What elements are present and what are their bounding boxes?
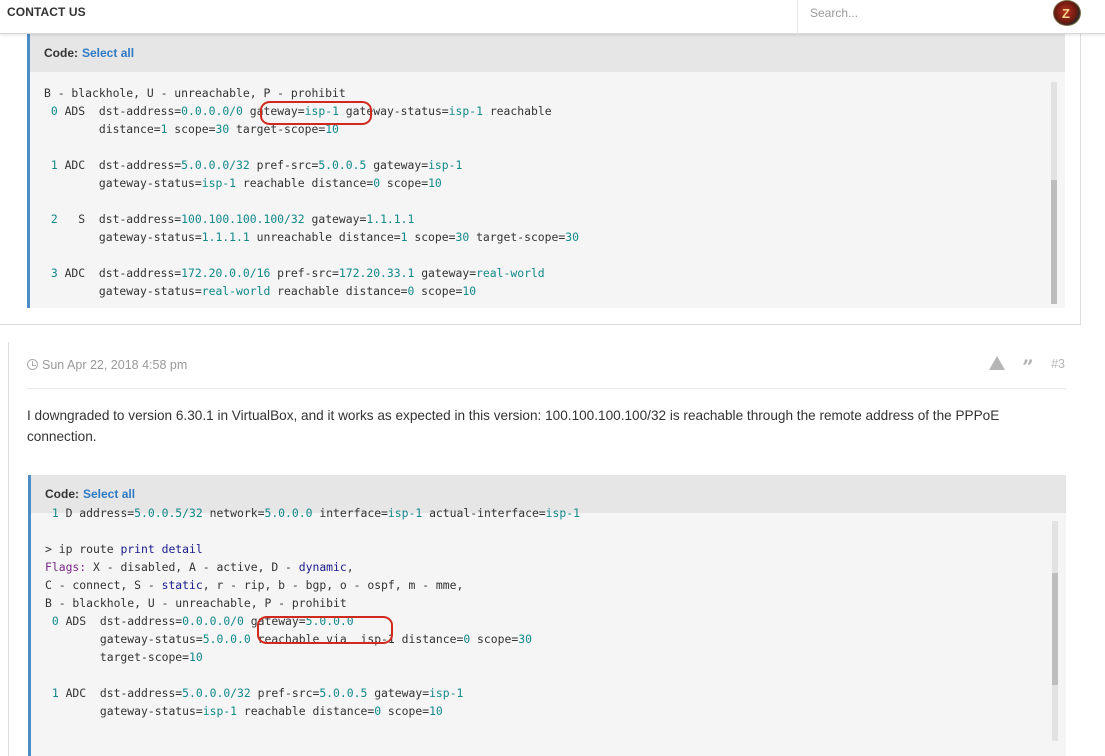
code-line: B - blackhole, U - unreachable, P - proh… (45, 596, 347, 610)
code-line: 1 ADC dst-address=5.0.0.0/32 pref-src=5.… (45, 686, 464, 700)
search-box[interactable] (797, 0, 1040, 34)
post-meta: Sun Apr 22, 2018 4:58 pm (27, 358, 187, 372)
code-content[interactable]: B - blackhole, U - unreachable, P - proh… (44, 84, 1044, 304)
code-line: Flags: X - disabled, A - active, D - dyn… (45, 560, 354, 574)
code-line: gateway-status=isp-1 reachable distance=… (44, 176, 442, 190)
report-icon[interactable] (988, 356, 1005, 370)
post-number-link[interactable]: #3 (1051, 357, 1065, 371)
code-scrollbar[interactable] (1051, 82, 1057, 304)
avatar-letter: Z (1062, 6, 1070, 21)
post-timestamp: Sun Apr 22, 2018 4:58 pm (42, 358, 188, 372)
post-3: Sun Apr 22, 2018 4:58 pm ” #3 I downgrad… (8, 342, 1105, 756)
post-body: I downgraded to version 6.30.1 in Virtua… (27, 408, 1000, 444)
code-scrollbar[interactable] (1052, 521, 1058, 741)
post-previous: Code: Select all B - blackhole, U - unrea… (0, 34, 1081, 325)
contact-us-link[interactable]: CONTACT US (7, 5, 86, 19)
code-label: Code: Select all (45, 487, 136, 501)
clock-icon (27, 359, 38, 370)
code-line: 1 D address=5.0.0.5/32 network=5.0.0.0 i… (45, 506, 580, 520)
code-line: 1 ADC dst-address=5.0.0.0/32 pref-src=5.… (44, 158, 463, 172)
code-line: > ip route print detail (45, 542, 203, 556)
code-line: gateway-status=1.1.1.1 unreachable dista… (44, 230, 579, 244)
post-actions: ” #3 (975, 356, 1065, 377)
select-all-link[interactable]: Select all (83, 487, 135, 501)
code-line: B - blackhole, U - unreachable, P - proh… (44, 86, 346, 100)
quote-icon[interactable]: ” (1022, 357, 1034, 377)
code-header: Code: Select all (30, 34, 1065, 72)
code-line: gateway-status=real-world reachable dist… (44, 284, 477, 298)
code-content[interactable]: 1 D address=5.0.0.5/32 network=5.0.0.0 i… (45, 504, 1045, 740)
code-line: target-scope=10 (45, 650, 203, 664)
code-line: gateway-status=isp-1 reachable distance=… (45, 704, 443, 718)
code-scrollbar-thumb[interactable] (1051, 180, 1057, 304)
code-line: 3 ADC dst-address=172.20.0.0/16 pref-src… (44, 266, 545, 280)
code-line: 2 S dst-address=100.100.100.100/32 gatew… (44, 212, 415, 226)
divider (27, 388, 1066, 389)
avatar[interactable]: Z (1053, 0, 1081, 26)
code-scrollbar-thumb[interactable] (1052, 573, 1058, 685)
code-line: 0 ADS dst-address=0.0.0.0/0 gateway=5.0.… (45, 614, 354, 628)
code-line: C - connect, S - static, r - rip, b - bg… (45, 578, 464, 592)
code-line: gateway-status=5.0.0.0 reachable via isp… (45, 632, 532, 646)
top-bar: CONTACT US Z (0, 0, 1105, 34)
code-label: Code: Select all (44, 46, 135, 60)
search-input[interactable] (810, 0, 1040, 26)
code-line: 0 ADS dst-address=0.0.0.0/0 gateway=isp-… (44, 104, 552, 118)
code-line: distance=1 scope=30 target-scope=10 (44, 122, 339, 136)
code-block-2: Code: Select all 1 D address=5.0.0.5/32 n… (28, 475, 1066, 756)
code-block-1: Code: Select all B - blackhole, U - unrea… (27, 34, 1065, 308)
select-all-link[interactable]: Select all (82, 46, 134, 60)
